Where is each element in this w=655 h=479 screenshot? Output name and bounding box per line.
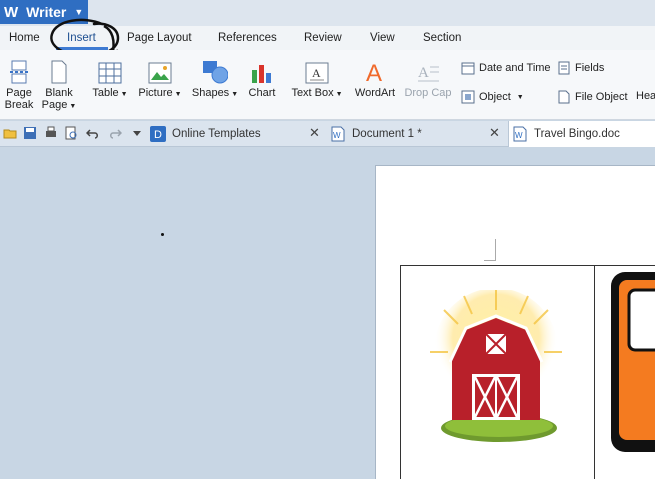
svg-text:W: W [333,131,341,140]
table-icon [98,62,122,84]
chevron-down-icon: ▼ [120,91,128,98]
cursor-dot [161,233,164,236]
page-break-icon [10,60,28,84]
tab-travel-bingo[interactable]: W Travel Bingo.doc [508,121,655,147]
tab-home[interactable]: Home [9,32,40,44]
calendar-icon [461,62,475,75]
text-box-icon: A [305,62,329,84]
close-icon[interactable]: ✕ [489,125,500,141]
tab-references[interactable]: References [218,32,277,44]
svg-text:D: D [154,129,162,141]
shapes-button[interactable]: Shapes ▼ [190,60,240,101]
tab-section[interactable]: Section [423,32,461,44]
tab-document-1[interactable]: W Document 1 * [330,121,508,147]
wordart-icon: A [366,60,382,84]
chart-button[interactable]: Chart [244,62,280,99]
file-object-button[interactable]: File Object [557,90,628,104]
chevron-down-icon: ▼ [516,93,524,101]
text-box-button[interactable]: A Text Box ▼ [289,62,345,101]
redo-icon[interactable] [108,126,122,140]
insert-ribbon: Page Break Blank Page ▼ Table ▼ Picture ▼ [0,50,655,120]
barn-picture[interactable] [424,290,574,450]
tab-review[interactable]: Review [304,32,342,44]
drop-cap-icon: A [418,65,439,82]
table-border-top [400,265,655,266]
chevron-down-icon: ▼ [335,91,343,98]
open-folder-icon[interactable] [3,126,17,140]
close-icon[interactable]: ✕ [309,125,320,141]
blank-page-button[interactable]: Blank Page ▼ [40,60,78,113]
chevron-down-icon: ▼ [231,91,239,98]
page-break-button[interactable]: Page Break [2,60,36,111]
svg-text:A: A [312,66,321,80]
chart-icon [252,65,271,83]
date-and-time-button[interactable]: Date and Time [461,61,551,75]
drop-cap-button[interactable]: A Drop Cap [403,62,453,99]
table-button[interactable]: Table ▼ [90,62,130,101]
blank-page-icon [51,60,67,84]
svg-text:W: W [515,131,523,140]
tab-page-layout[interactable]: Page Layout [127,32,192,44]
tab-view[interactable]: View [370,32,395,44]
table-border-left [400,265,401,479]
quick-access-chevron-icon[interactable] [130,126,144,140]
table-border-middle [594,265,595,479]
object-button[interactable]: Object ▼ [461,90,524,104]
shapes-icon [203,61,228,84]
tab-online-templates[interactable]: D Online Templates [150,121,325,147]
print-icon[interactable] [44,126,58,140]
fields-button[interactable]: Fields [557,61,604,75]
picture-icon [148,62,172,84]
document-tab-bar: D Online Templates ✕ W Document 1 * ✕ W … [0,121,655,147]
document-icon: W [513,126,527,142]
object-icon [461,90,475,104]
fields-icon [558,61,570,75]
device-picture[interactable] [605,268,655,458]
chevron-down-icon: ▼ [69,103,77,110]
picture-button[interactable]: Picture ▼ [136,62,184,101]
header-footer-button[interactable]: Hea [636,90,655,102]
chevron-down-icon: ▼ [174,91,182,98]
save-icon[interactable] [23,126,37,140]
wordart-button[interactable]: A WordArt [352,60,398,99]
writer-logo-icon: W [4,3,19,21]
undo-icon[interactable] [86,126,100,140]
svg-text:A: A [418,65,429,81]
document-icon: W [331,126,345,142]
svg-text:A: A [366,60,382,84]
online-templates-icon: D [150,126,166,142]
print-preview-icon[interactable] [64,126,78,140]
page-margin-marker [484,239,496,261]
file-object-icon [558,90,570,104]
